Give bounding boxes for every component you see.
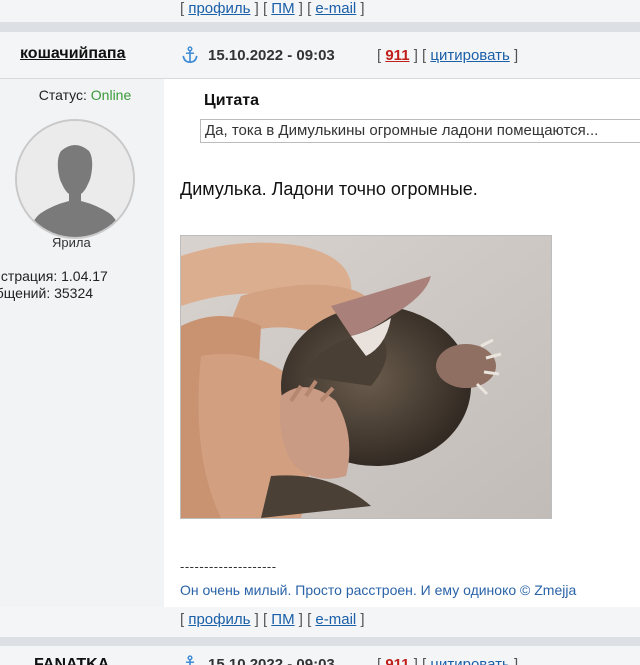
- bottom-links-row: [ профиль ] [ ПМ ] [ e-mail ]: [0, 607, 640, 637]
- next-post-date: 15.10.2022 - 09:03: [208, 656, 335, 665]
- separator: [0, 637, 640, 646]
- post-meta: [ 911 ] [ цитировать ]: [377, 47, 519, 64]
- pm-link[interactable]: ПМ: [271, 611, 294, 628]
- post-body: Цитата Да, тока в Димулькины огромные ла…: [164, 79, 640, 607]
- next-quote-action-link[interactable]: цитировать: [430, 656, 509, 665]
- profile-link[interactable]: профиль: [188, 0, 250, 17]
- post-number-link[interactable]: 911: [385, 47, 409, 64]
- next-post-number-link[interactable]: 911: [385, 656, 409, 665]
- anchor-icon[interactable]: [181, 46, 199, 64]
- anchor-icon[interactable]: [181, 655, 199, 665]
- status-value: Online: [90, 87, 132, 103]
- separator: [0, 22, 640, 32]
- user-status: Статус: Online: [0, 87, 170, 103]
- post-date: 15.10.2022 - 09:03: [208, 47, 335, 64]
- user-info-panel: Статус: Online Ярила гистрация: 1.04.17 …: [0, 79, 164, 607]
- next-post-header: FANATKA 15.10.2022 - 09:03 [ 911 ] [ цит…: [0, 646, 640, 665]
- user-registration: гистрация: 1.04.17: [0, 268, 108, 284]
- email-link[interactable]: e-mail: [315, 0, 356, 17]
- top-links-row: [ профиль ] [ ПМ ] [ e-mail ]: [0, 0, 640, 22]
- next-post-author-link[interactable]: FANATKA: [34, 656, 109, 665]
- quote-title: Цитата: [204, 92, 259, 109]
- signature-separator: --------------------: [180, 559, 277, 574]
- signature-text: Он очень милый. Просто расстроен. И ему …: [180, 582, 577, 598]
- post-author-link[interactable]: кошачийпапа: [20, 45, 126, 63]
- user-posts-count: общений: 35324: [0, 285, 94, 301]
- user-rank: Ярила: [52, 235, 91, 250]
- post-image-mole[interactable]: [180, 235, 552, 519]
- quote-box: Да, тока в Димулькины огромные ладони по…: [200, 119, 640, 143]
- profile-links: [ профиль ] [ ПМ ] [ e-mail ]: [180, 611, 365, 628]
- pm-link[interactable]: ПМ: [271, 0, 294, 17]
- profile-link[interactable]: профиль: [188, 611, 250, 628]
- post-text: Димулька. Ладони точно огромные.: [180, 179, 478, 199]
- status-label: Статус:: [38, 87, 87, 103]
- default-avatar-icon[interactable]: [15, 119, 135, 239]
- profile-links: [ профиль ] [ ПМ ] [ e-mail ]: [180, 0, 365, 17]
- quote-action-link[interactable]: цитировать: [430, 47, 509, 64]
- next-post-meta: [ 911 ] [ цитировать ]: [377, 656, 518, 665]
- email-link[interactable]: e-mail: [315, 611, 356, 628]
- post-header: кошачийпапа 15.10.2022 - 09:03 [ 911 ] […: [0, 32, 640, 79]
